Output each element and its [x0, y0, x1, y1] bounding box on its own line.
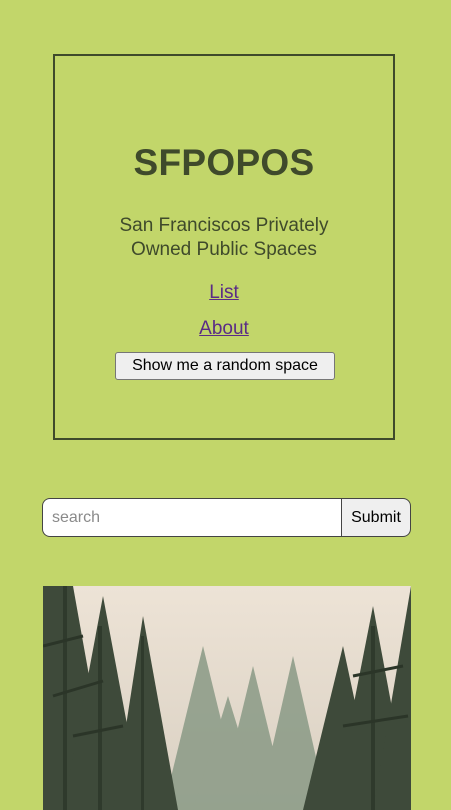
- about-link[interactable]: About: [55, 318, 393, 340]
- random-space-button[interactable]: Show me a random space: [115, 352, 335, 380]
- site-subtitle: San Franciscos Privately Owned Public Sp…: [119, 215, 329, 260]
- list-link[interactable]: List: [55, 282, 393, 304]
- feature-photo[interactable]: [43, 586, 411, 810]
- search-input[interactable]: [42, 498, 342, 537]
- feature-photo-image: [43, 586, 411, 810]
- search-form: Submit: [42, 498, 411, 537]
- submit-button[interactable]: Submit: [341, 498, 411, 537]
- hero-panel: SFPOPOS San Franciscos Privately Owned P…: [53, 54, 395, 440]
- site-title: SFPOPOS: [133, 142, 315, 183]
